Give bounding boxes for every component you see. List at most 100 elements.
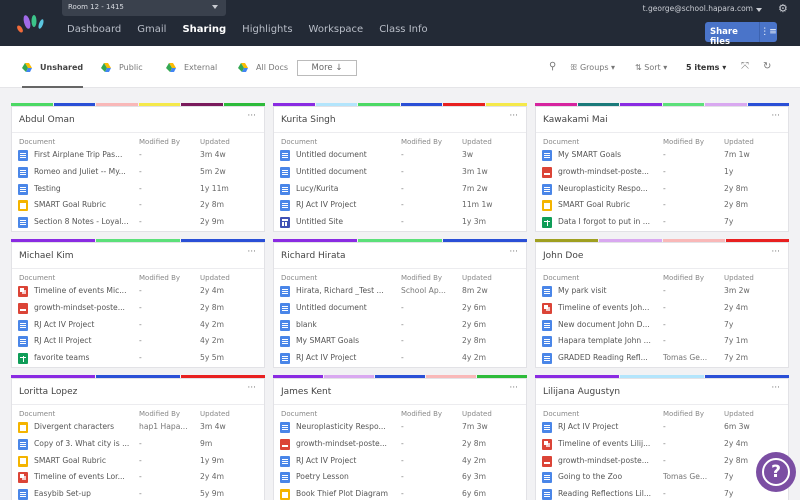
document-row[interactable]: Data I forgot to put in ... - 7y <box>536 215 788 232</box>
tab-public[interactable]: Public <box>101 46 143 88</box>
document-row[interactable]: blank - 2y 6m <box>274 318 526 335</box>
document-row[interactable]: Testing - 1y 11m <box>12 182 264 199</box>
document-row[interactable]: Hirata, Richard _Test ... School Ap... 8m … <box>274 284 526 301</box>
document-row[interactable]: Lucy/Kurita - 7m 2w <box>274 182 526 199</box>
student-name[interactable]: Kawakami Mai <box>543 115 608 125</box>
share-files-button[interactable]: Share files ⋮≡ <box>705 22 777 47</box>
document-row[interactable]: Reading Reflections Lil... - 7y <box>536 487 788 500</box>
question-mark-icon: ? <box>762 458 790 486</box>
document-title: Timeline of events Mic... <box>34 286 127 295</box>
doc-file-icon <box>280 353 290 365</box>
more-options-icon[interactable]: ··· <box>509 247 518 257</box>
document-row[interactable]: growth-mindset-poste... - 2y 8m <box>274 437 526 454</box>
chevron-down-icon[interactable] <box>756 8 762 12</box>
document-row[interactable]: SMART Goal Rubric - 2y 8m <box>536 198 788 215</box>
student-name[interactable]: John Doe <box>543 251 583 261</box>
student-name[interactable]: Loritta Lopez <box>19 387 77 397</box>
more-options-icon[interactable]: ··· <box>247 111 256 121</box>
group-color-stripes <box>11 103 265 106</box>
more-options-icon[interactable]: ··· <box>247 247 256 257</box>
list-menu-icon[interactable]: ⋮≡ <box>759 22 777 42</box>
document-row[interactable]: Going to the Zoo Tomas Ge... 7y <box>536 470 788 487</box>
document-row[interactable]: growth-mindset-poste... - 2y 8m <box>536 454 788 471</box>
divider <box>274 404 526 405</box>
document-row[interactable]: SMART Goal Rubric - 1y 9m <box>12 454 264 471</box>
document-row[interactable]: Timeline of events Lilij... - 2y 4m <box>536 437 788 454</box>
document-row[interactable]: New document John D... - 7y <box>536 318 788 335</box>
document-row[interactable]: Hapara template John ... - 7y 1m <box>536 334 788 351</box>
document-row[interactable]: My SMART Goals - 2y 8m <box>274 334 526 351</box>
nav-workspace[interactable]: Workspace <box>309 24 364 35</box>
more-options-icon[interactable]: ··· <box>771 383 780 393</box>
groups-dropdown[interactable]: ꕥ Groups ▾ <box>570 63 615 73</box>
document-row[interactable]: favorite teams - 5y 5m <box>12 351 264 368</box>
student-card: Lilijana Augustyn ··· Document Modified By U… <box>535 375 789 500</box>
user-email-menu[interactable]: t.george@school.hapara.com <box>643 4 753 13</box>
document-row[interactable]: SMART Goal Rubric - 2y 8m <box>12 198 264 215</box>
document-row[interactable]: GRADED Reading Refl... Tomas Ge... 7y 2m <box>536 351 788 368</box>
help-button[interactable]: ? <box>756 452 796 492</box>
document-row[interactable]: Neuroplasticity Respo... - 7m 3w <box>274 420 526 437</box>
student-name[interactable]: Lilijana Augustyn <box>543 387 620 397</box>
student-name[interactable]: Kurita Singh <box>281 115 336 125</box>
document-row[interactable]: RJ Act IV Project - 11m 1w <box>274 198 526 215</box>
nav-highlights[interactable]: Highlights <box>242 24 292 35</box>
sort-dropdown[interactable]: ⇅ Sort ▾ <box>635 63 667 72</box>
tab-external[interactable]: External <box>166 46 217 88</box>
document-row[interactable]: Timeline of events Joh... - 2y 4m <box>536 301 788 318</box>
nav-class-info[interactable]: Class Info <box>379 24 427 35</box>
nav-dashboard[interactable]: Dashboard <box>67 24 121 35</box>
items-count-dropdown[interactable]: 5 items ▾ <box>686 63 726 72</box>
document-row[interactable]: Book Thief Plot Diagram - 6y 6m <box>274 487 526 500</box>
document-row[interactable]: Neuroplasticity Respo... - 2y 8m <box>536 182 788 199</box>
document-row[interactable]: Timeline of events Mic... - 2y 4m <box>12 284 264 301</box>
nav-gmail[interactable]: Gmail <box>137 24 166 35</box>
more-options-icon[interactable]: ··· <box>509 111 518 121</box>
document-row[interactable]: My SMART Goals - 7m 1w <box>536 148 788 165</box>
student-name[interactable]: Michael Kim <box>19 251 74 261</box>
document-row[interactable]: growth-mindset-poste... - 1y <box>536 165 788 182</box>
nav-sharing[interactable]: Sharing <box>182 24 226 35</box>
student-name[interactable]: Richard Hirata <box>281 251 346 261</box>
hapara-logo-icon[interactable] <box>14 12 48 36</box>
tab-unshared[interactable]: Unshared <box>22 46 84 88</box>
expand-icon[interactable]: ⤧ <box>741 61 749 72</box>
more-options-icon[interactable]: ··· <box>771 247 780 257</box>
document-row[interactable]: RJ Act IV Project - 4y 2m <box>12 318 264 335</box>
student-name[interactable]: James Kent <box>281 387 331 397</box>
gear-icon[interactable]: ⚙ <box>778 3 790 15</box>
more-options-icon[interactable]: ··· <box>509 383 518 393</box>
document-row[interactable]: Romeo and Juliet -- My... - 5m 2w <box>12 165 264 182</box>
document-row[interactable]: RJ Act IV Project - 4y 2m <box>274 351 526 368</box>
document-row[interactable]: Untitled Site - 1y 3m <box>274 215 526 232</box>
updated-time: 5y 5m <box>200 353 224 363</box>
document-row[interactable]: Easybib Set-up - 5y 9m <box>12 487 264 500</box>
document-row[interactable]: My park visit - 3m 2w <box>536 284 788 301</box>
document-row[interactable]: growth-mindset-poste... - 2y 8m <box>12 301 264 318</box>
student-name[interactable]: Abdul Oman <box>19 115 75 125</box>
modified-by: - <box>663 217 666 227</box>
document-row[interactable]: Untitled document - 3m 1w <box>274 165 526 182</box>
tab-all-docs[interactable]: All Docs <box>238 46 288 88</box>
document-row[interactable]: RJ Act II Project - 4y 2m <box>12 334 264 351</box>
document-row[interactable]: Divergent characters hap1 Hapa... 3m 4w <box>12 420 264 437</box>
more-options-icon[interactable]: ··· <box>247 383 256 393</box>
tab-label: Public <box>119 62 143 72</box>
document-row[interactable]: Section 8 Notes - Loyal... - 2y 9m <box>12 215 264 232</box>
group-stripe <box>620 103 662 106</box>
document-row[interactable]: Timeline of events Lor... - 2y 4m <box>12 470 264 487</box>
document-row[interactable]: Poetry Lesson - 6y 3m <box>274 470 526 487</box>
document-row[interactable]: RJ Act IV Project - 4y 2m <box>274 454 526 471</box>
document-row[interactable]: RJ Act IV Project - 6m 3w <box>536 420 788 437</box>
document-row[interactable]: Untitled document - 2y 6m <box>274 301 526 318</box>
more-filters-button[interactable]: More ↓ <box>297 60 357 76</box>
more-options-icon[interactable]: ··· <box>771 111 780 121</box>
class-room-select[interactable]: Room 12 - 1415 <box>62 0 226 16</box>
document-row[interactable]: Untitled document - 3w <box>274 148 526 165</box>
modified-by: - <box>401 455 404 465</box>
document-row[interactable]: Copy of 3. What city is ... - 9m <box>12 437 264 454</box>
refresh-icon[interactable]: ↻ <box>763 61 771 72</box>
document-row[interactable]: First Airplane Trip Pas... - 3m 4w <box>12 148 264 165</box>
search-icon[interactable]: ⚲ <box>549 61 556 72</box>
document-title: RJ Act IV Project <box>34 319 95 329</box>
